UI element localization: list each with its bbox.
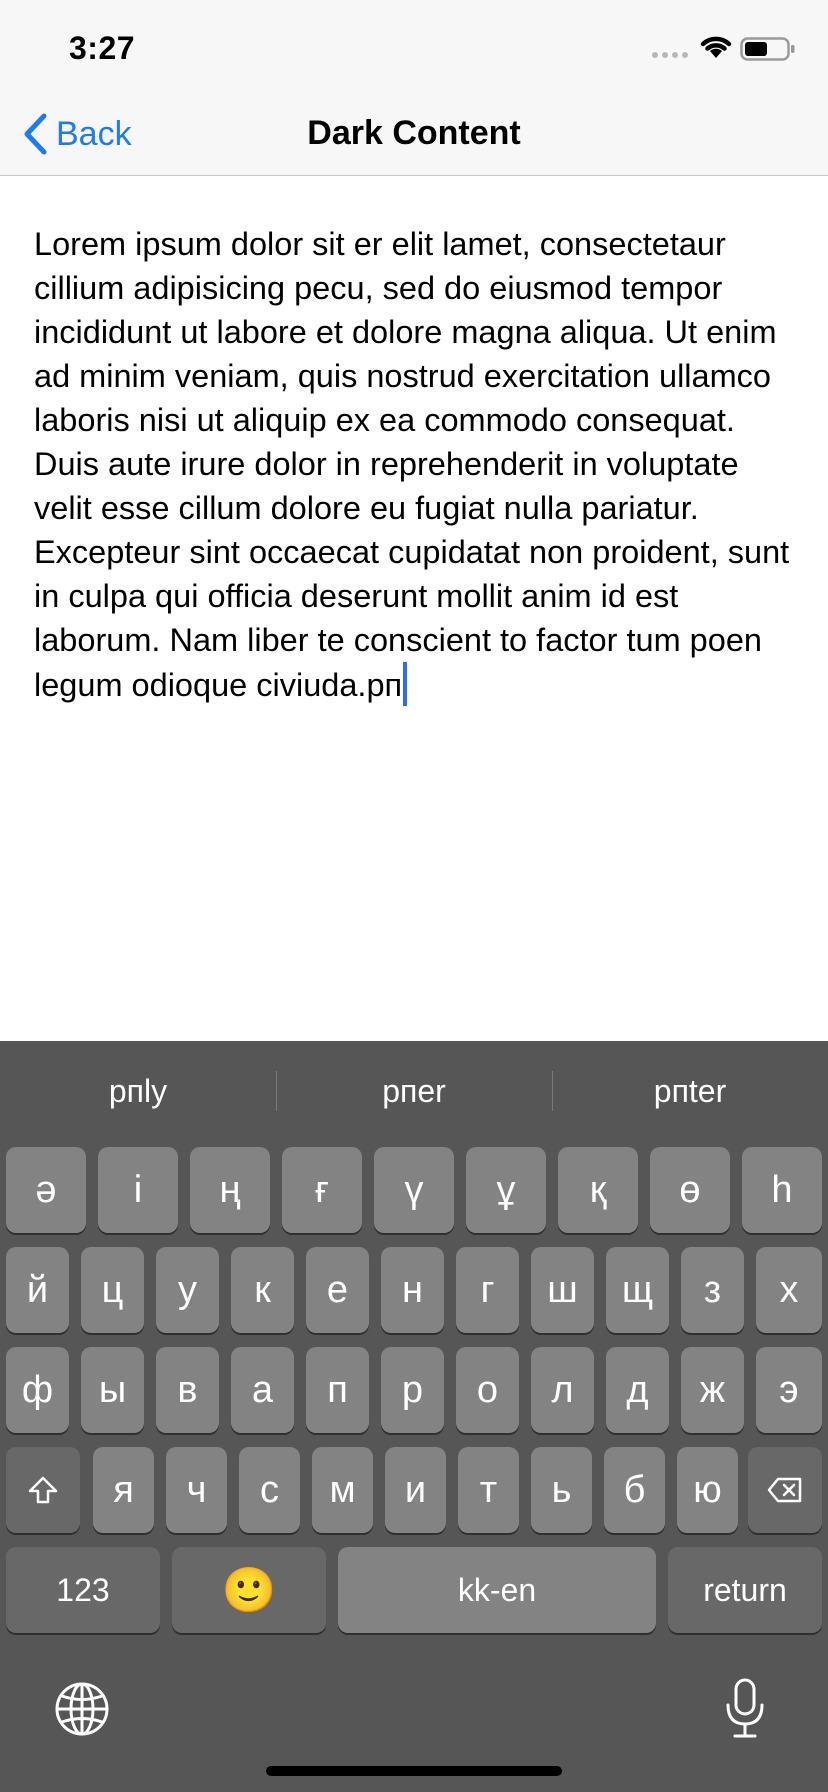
- shift-key[interactable]: [6, 1447, 80, 1533]
- status-time: 3:27: [69, 30, 136, 66]
- key-2-4[interactable]: к: [231, 1247, 294, 1333]
- microphone-icon[interactable]: [724, 1677, 766, 1739]
- key-4-6[interactable]: т: [458, 1447, 519, 1533]
- key-3-9[interactable]: д: [606, 1347, 669, 1433]
- numbers-key[interactable]: 123: [6, 1547, 160, 1633]
- key-1-9[interactable]: һ: [742, 1147, 822, 1233]
- key-4-2[interactable]: ч: [166, 1447, 227, 1533]
- key-2-1[interactable]: й: [6, 1247, 69, 1333]
- text-cursor: [403, 662, 408, 706]
- text-view[interactable]: Lorem ipsum dolor sit er elit lamet, con…: [34, 222, 794, 707]
- key-3-11[interactable]: э: [756, 1347, 822, 1433]
- home-indicator[interactable]: [266, 1766, 562, 1776]
- space-key[interactable]: kk-en: [338, 1547, 656, 1633]
- key-2-8[interactable]: ш: [531, 1247, 594, 1333]
- key-4-4[interactable]: м: [312, 1447, 373, 1533]
- key-3-10[interactable]: ж: [681, 1347, 744, 1433]
- key-4-9[interactable]: ю: [677, 1447, 738, 1533]
- key-2-11[interactable]: х: [756, 1247, 822, 1333]
- emoji-key[interactable]: 🙂: [172, 1547, 326, 1633]
- battery-icon: [740, 37, 795, 61]
- delete-key[interactable]: [748, 1447, 822, 1533]
- navigation-bar: Back Dark Content: [0, 100, 828, 176]
- delete-icon: [767, 1477, 802, 1503]
- suggestion-3[interactable]: рпter: [552, 1041, 828, 1141]
- key-3-8[interactable]: л: [531, 1347, 594, 1433]
- key-4-7[interactable]: ь: [531, 1447, 592, 1533]
- key-1-6[interactable]: ұ: [466, 1147, 546, 1233]
- key-1-8[interactable]: ө: [650, 1147, 730, 1233]
- key-3-4[interactable]: а: [231, 1347, 294, 1433]
- page-title: Dark Content: [307, 114, 521, 152]
- wifi-icon: [700, 36, 732, 58]
- key-3-1[interactable]: ф: [6, 1347, 69, 1433]
- key-2-2[interactable]: ц: [81, 1247, 144, 1333]
- key-1-1[interactable]: ә: [6, 1147, 86, 1233]
- key-1-2[interactable]: і: [98, 1147, 178, 1233]
- suggestion-bar: рпly рпer рпter: [0, 1041, 828, 1141]
- key-2-9[interactable]: щ: [606, 1247, 669, 1333]
- key-2-5[interactable]: е: [306, 1247, 369, 1333]
- keyboard: рпly рпer рпter ә і ң ғ ү ұ қ ө һ й ц у …: [0, 1041, 828, 1792]
- key-1-4[interactable]: ғ: [282, 1147, 362, 1233]
- suggestion-2[interactable]: рпer: [276, 1041, 552, 1141]
- key-2-6[interactable]: н: [381, 1247, 444, 1333]
- suggestion-1[interactable]: рпly: [0, 1041, 276, 1141]
- key-2-7[interactable]: г: [456, 1247, 519, 1333]
- key-1-7[interactable]: қ: [558, 1147, 638, 1233]
- globe-icon[interactable]: [54, 1681, 110, 1737]
- key-2-10[interactable]: з: [681, 1247, 744, 1333]
- key-3-6[interactable]: р: [381, 1347, 444, 1433]
- key-2-3[interactable]: у: [156, 1247, 219, 1333]
- key-3-5[interactable]: п: [306, 1347, 369, 1433]
- status-bar: 3:27: [0, 0, 828, 100]
- key-1-3[interactable]: ң: [190, 1147, 270, 1233]
- key-3-3[interactable]: в: [156, 1347, 219, 1433]
- key-4-3[interactable]: с: [239, 1447, 300, 1533]
- text-content: Lorem ipsum dolor sit er elit lamet, con…: [34, 226, 790, 703]
- return-key[interactable]: return: [668, 1547, 822, 1633]
- key-1-5[interactable]: ү: [374, 1147, 454, 1233]
- key-4-5[interactable]: и: [385, 1447, 446, 1533]
- key-4-1[interactable]: я: [93, 1447, 154, 1533]
- key-3-2[interactable]: ы: [81, 1347, 144, 1433]
- key-4-8[interactable]: б: [604, 1447, 665, 1533]
- key-3-7[interactable]: о: [456, 1347, 519, 1433]
- cellular-signal-icon: [652, 52, 688, 58]
- shift-icon: [28, 1476, 58, 1504]
